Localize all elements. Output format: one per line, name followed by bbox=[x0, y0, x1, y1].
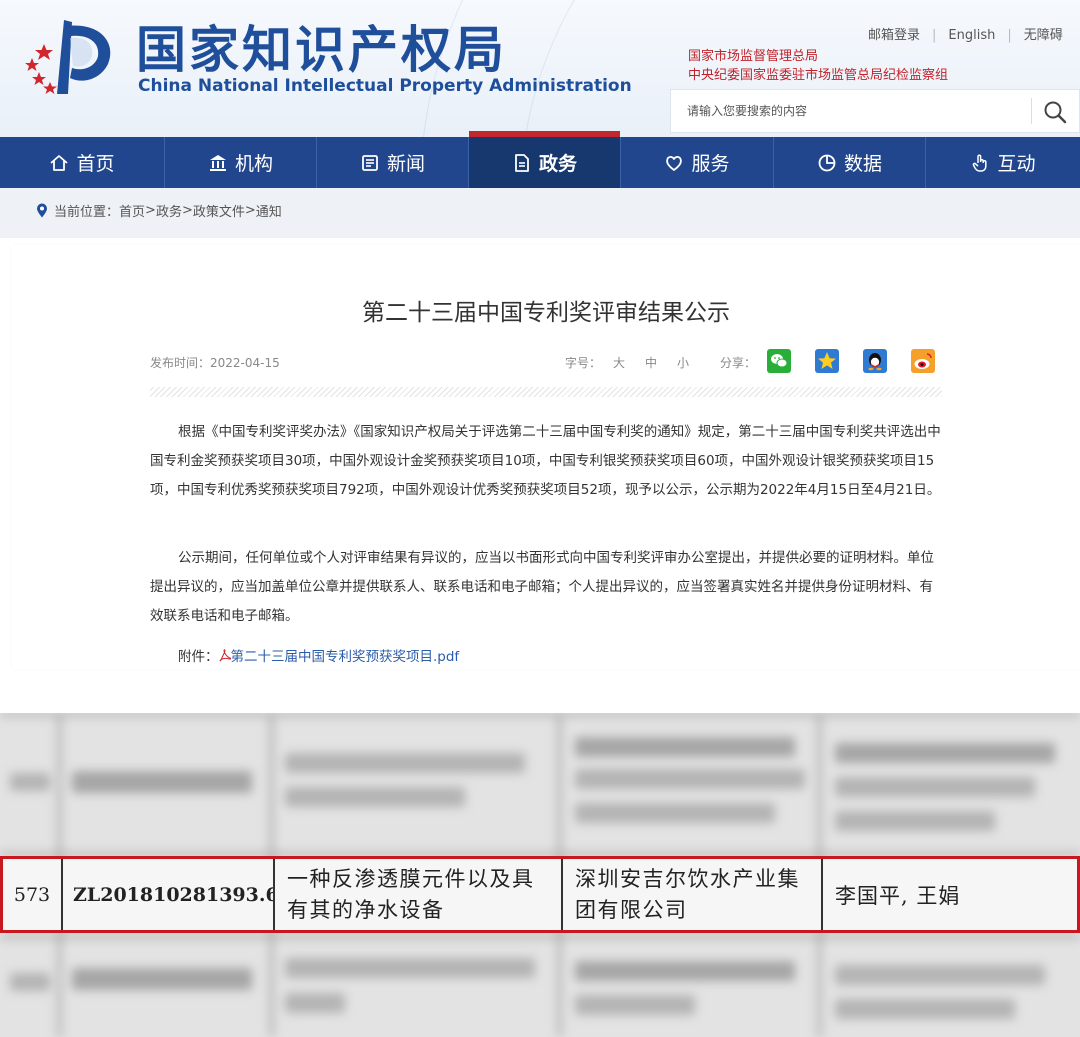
nav-item-label: 服务 bbox=[691, 153, 730, 175]
nav-item-government-affairs[interactable]: 政务 bbox=[469, 131, 621, 188]
attachment-label: 附件： bbox=[178, 649, 219, 665]
font-size-label: 字号： bbox=[565, 356, 602, 370]
patent-title-cell: 一种反渗透膜元件以及具 有其的净水设备 bbox=[275, 859, 563, 930]
company-name-line: 团有限公司 bbox=[575, 897, 688, 922]
chart-icon bbox=[818, 154, 836, 171]
accessibility-link[interactable]: 无障碍 bbox=[1024, 24, 1063, 43]
nav-item-label: 互动 bbox=[997, 153, 1036, 175]
institution-icon bbox=[209, 154, 226, 171]
breadcrumb-separator: > bbox=[145, 202, 156, 218]
breadcrumb-separator: > bbox=[244, 202, 256, 218]
nav-item-label: 机构 bbox=[234, 153, 273, 175]
article-paragraph-1: 根据《中国专利奖评奖办法》《国家知识产权局关于评选第二十三届中国专利奖的通知》规… bbox=[150, 424, 941, 498]
divider-rule bbox=[150, 387, 942, 397]
company-cell: 深圳安吉尔饮水产业集 团有限公司 bbox=[563, 859, 823, 930]
breadcrumb-separator: > bbox=[181, 202, 193, 218]
nav-item-data[interactable]: 数据 bbox=[774, 137, 926, 188]
search-input[interactable] bbox=[671, 90, 1031, 132]
main-nav: 首页 机构 新闻 政务 服务 数据 互动 bbox=[0, 131, 1080, 188]
attachment: 附件： 第二十三届中国专利奖预获奖项目.pdf bbox=[178, 645, 459, 665]
top-links: 邮箱登录 | English | 无障碍 bbox=[868, 24, 1063, 43]
article-panel: 第二十三届中国专利奖评审结果公示 发布时间：2022-04-15 字号：大中小 … bbox=[12, 245, 1080, 669]
patent-title-line: 有其的净水设备 bbox=[287, 897, 445, 922]
cnipa-logo-icon[interactable] bbox=[12, 14, 122, 98]
pdf-icon bbox=[219, 649, 231, 662]
org-line-2[interactable]: 中央纪委国家监委驻市场监管总局纪检监察组 bbox=[688, 64, 948, 83]
qq-icon[interactable] bbox=[863, 349, 887, 373]
site-title: 国家知识产权局 bbox=[136, 21, 507, 79]
document-icon bbox=[515, 153, 529, 172]
nav-item-interaction[interactable]: 互动 bbox=[926, 137, 1080, 188]
news-icon bbox=[362, 154, 378, 171]
heart-icon bbox=[666, 155, 683, 171]
patent-title-line: 一种反渗透膜元件以及具 bbox=[287, 866, 535, 891]
nav-item-home[interactable]: 首页 bbox=[0, 137, 165, 188]
divider bbox=[1031, 98, 1032, 124]
mail-login-link[interactable]: 邮箱登录 bbox=[868, 24, 920, 43]
font-size-controls: 字号： 大 中 小 bbox=[565, 354, 689, 371]
publish-info: 发布时间：2022-04-15 bbox=[150, 354, 280, 371]
divider: | bbox=[1007, 28, 1012, 43]
location-pin-icon bbox=[37, 203, 47, 217]
nav-item-label: 首页 bbox=[76, 153, 115, 175]
weibo-icon[interactable] bbox=[911, 349, 935, 373]
breadcrumb-notices[interactable]: 通知 bbox=[256, 201, 282, 220]
publish-date: 2022-04-15 bbox=[210, 356, 280, 370]
inventors: 李国平, 王娟 bbox=[835, 883, 961, 908]
nav-item-label: 新闻 bbox=[386, 153, 425, 175]
site-title-english: China National Intellectual Property Adm… bbox=[138, 76, 632, 96]
patent-number: ZL201810281393.6 bbox=[63, 859, 275, 930]
breadcrumb: 当前位置： 首页 > 政务 > 政策文件 > 通知 bbox=[12, 198, 1080, 222]
breadcrumb-home[interactable]: 首页 bbox=[119, 201, 145, 220]
font-size-small-button[interactable]: 小 bbox=[677, 356, 689, 370]
font-size-medium-button[interactable]: 中 bbox=[645, 356, 657, 370]
row-number: 573 bbox=[3, 859, 63, 930]
search-icon[interactable] bbox=[1041, 98, 1069, 126]
article-paragraph-2: 公示期间，任何单位或个人对评审结果有异议的，应当以书面形式向中国专利奖评审办公室… bbox=[150, 550, 934, 624]
nav-item-services[interactable]: 服务 bbox=[621, 137, 774, 188]
share-label: 分享： bbox=[720, 356, 757, 370]
company-name-line: 深圳安吉尔饮水产业集 bbox=[575, 866, 800, 891]
breadcrumb-policy-documents[interactable]: 政策文件 bbox=[193, 201, 245, 220]
company-name: 深圳安吉尔饮水产业集 团有限公司 bbox=[575, 864, 800, 926]
qzone-icon[interactable] bbox=[815, 349, 839, 373]
home-icon bbox=[50, 154, 69, 171]
hand-icon bbox=[973, 154, 988, 172]
table-photo: 573 ZL201810281393.6 一种反渗透膜元件以及具 有其的净水设备 … bbox=[0, 713, 1080, 1037]
breadcrumb-bar: 当前位置： 首页 > 政务 > 政策文件 > 通知 bbox=[0, 188, 1080, 238]
nav-item-institution[interactable]: 机构 bbox=[165, 137, 317, 188]
publish-label: 发布时间： bbox=[150, 356, 211, 370]
org-line-1[interactable]: 国家市场监督管理总局 bbox=[688, 45, 818, 64]
nav-item-label: 数据 bbox=[843, 153, 882, 175]
wechat-icon[interactable] bbox=[767, 349, 791, 373]
english-link[interactable]: English bbox=[948, 28, 995, 43]
nav-item-label: 政务 bbox=[538, 153, 577, 175]
highlighted-table-row: 573 ZL201810281393.6 一种反渗透膜元件以及具 有其的净水设备 … bbox=[0, 856, 1080, 933]
breadcrumb-government-affairs[interactable]: 政务 bbox=[156, 201, 182, 220]
nav-item-news[interactable]: 新闻 bbox=[317, 137, 469, 188]
breadcrumb-prefix: 当前位置： bbox=[54, 204, 120, 220]
article-title: 第二十三届中国专利奖评审结果公示 bbox=[362, 300, 730, 326]
font-size-large-button[interactable]: 大 bbox=[613, 356, 625, 370]
site-header: 国家知识产权局 China National Intellectual Prop… bbox=[0, 0, 1080, 137]
attachment-link[interactable]: 第二十三届中国专利奖预获奖项目.pdf bbox=[231, 649, 460, 665]
search-box bbox=[670, 89, 1080, 133]
divider: | bbox=[932, 28, 937, 43]
patent-title: 一种反渗透膜元件以及具 有其的净水设备 bbox=[287, 864, 535, 926]
